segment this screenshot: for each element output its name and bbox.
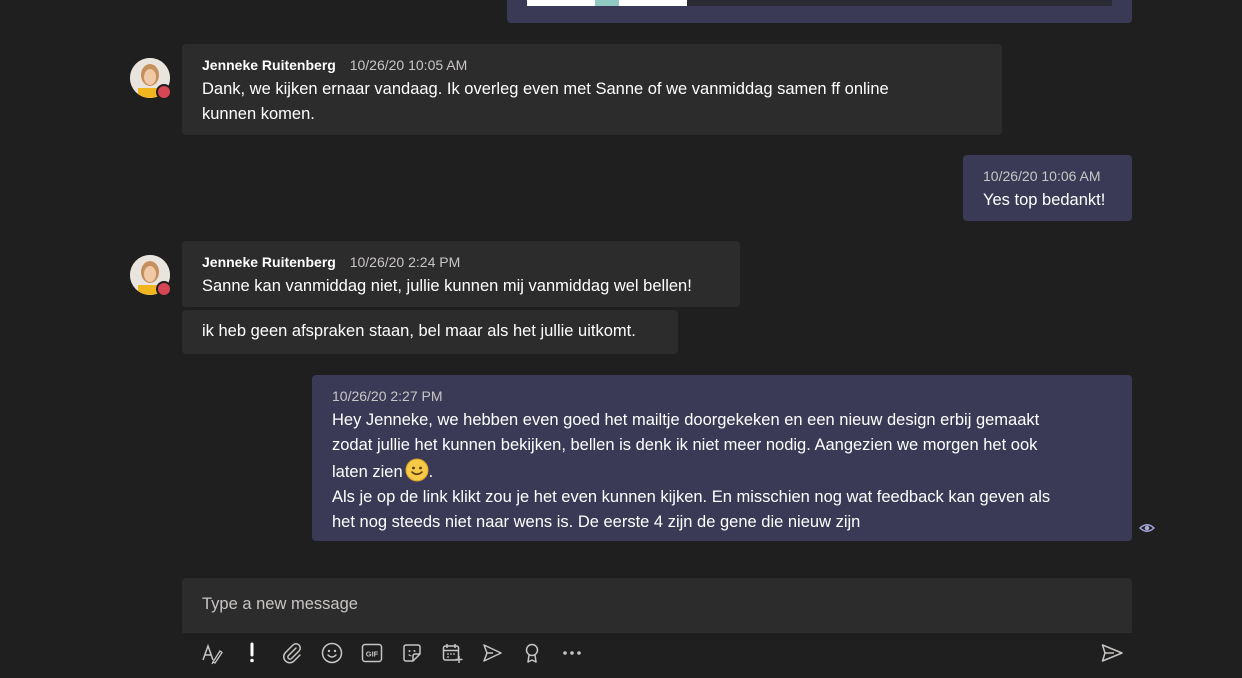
message-bubble-outgoing[interactable]: 10/26/20 2:27 PM Hey Jenneke, we hebben … — [312, 375, 1132, 541]
more-icon[interactable] — [560, 641, 584, 665]
message-text: ik heb geen afspraken staan, bel maar al… — [202, 319, 658, 344]
message-text: Yes top bedankt! — [983, 188, 1112, 213]
message-bubble-incoming[interactable]: Jenneke Ruitenberg 10/26/20 10:05 AM Dan… — [182, 44, 1002, 135]
message-line: Yes top bedankt! — [983, 191, 1106, 209]
preview-thumbnail-accent — [595, 0, 619, 6]
author-name[interactable]: Jenneke Ruitenberg — [202, 254, 336, 270]
presence-busy-icon — [156, 281, 172, 297]
format-icon[interactable] — [200, 641, 224, 665]
message-line: zodat jullie het kunnen bekijken, bellen… — [332, 436, 1038, 454]
emoji-icon[interactable] — [320, 641, 344, 665]
message-line: Dank, we kijken ernaar vandaag. Ik overl… — [202, 80, 889, 98]
message-line: Sanne kan vanmiddag niet, jullie kunnen … — [202, 277, 692, 295]
author-name[interactable]: Jenneke Ruitenberg — [202, 57, 336, 73]
attach-icon[interactable] — [280, 641, 304, 665]
message-text-fragment: . — [428, 463, 434, 481]
message-timestamp: 10/26/20 10:06 AM — [983, 168, 1101, 184]
gif-icon[interactable]: GIF — [360, 641, 384, 665]
message-line: Als je op de link klikt zou je het even … — [332, 488, 1051, 506]
schedule-meeting-icon[interactable] — [440, 641, 464, 665]
message-input[interactable] — [182, 578, 1132, 633]
important-icon[interactable] — [240, 641, 264, 665]
avatar[interactable] — [130, 255, 172, 297]
message-timestamp: 10/26/20 2:27 PM — [332, 388, 443, 404]
message-text: Hey Jenneke, we hebben even goed het mai… — [332, 408, 1112, 535]
message-timestamp: 10/26/20 2:24 PM — [349, 254, 461, 270]
message-line: Hey Jenneke, we hebben even goed het mai… — [332, 411, 1040, 429]
message-timestamp: 10/26/20 10:05 AM — [349, 57, 468, 73]
message-meta: Jenneke Ruitenberg 10/26/20 10:05 AM — [202, 56, 982, 74]
message-bubble-incoming[interactable]: Jenneke Ruitenberg 10/26/20 2:24 PM Sann… — [182, 241, 740, 307]
praise-icon[interactable] — [520, 641, 544, 665]
avatar[interactable] — [130, 58, 172, 100]
message-line: ik heb geen afspraken staan, bel maar al… — [202, 322, 636, 340]
message-line: het nog steeds niet naar wens is. De eer… — [332, 513, 861, 531]
smile-emoji-icon — [405, 458, 429, 482]
compose-box[interactable] — [182, 578, 1132, 633]
message-bubble-incoming[interactable]: ik heb geen afspraken staan, bel maar al… — [182, 310, 678, 354]
message-text: Sanne kan vanmiddag niet, jullie kunnen … — [202, 274, 720, 299]
seen-eye-icon — [1139, 524, 1155, 532]
sticker-icon[interactable] — [400, 641, 424, 665]
previous-message-card — [507, 0, 1132, 23]
presence-busy-icon — [156, 84, 172, 100]
message-meta: Jenneke Ruitenberg 10/26/20 2:24 PM — [202, 253, 720, 271]
send-icon[interactable] — [1100, 641, 1124, 665]
message-line: kunnen komen. — [202, 105, 315, 123]
link-preview[interactable] — [527, 0, 1112, 6]
stream-icon[interactable] — [480, 641, 504, 665]
svg-text:GIF: GIF — [366, 650, 379, 659]
message-bubble-outgoing[interactable]: 10/26/20 10:06 AM Yes top bedankt! — [963, 155, 1132, 221]
message-line: laten zien — [332, 463, 403, 481]
message-text: Dank, we kijken ernaar vandaag. Ik overl… — [202, 77, 982, 127]
